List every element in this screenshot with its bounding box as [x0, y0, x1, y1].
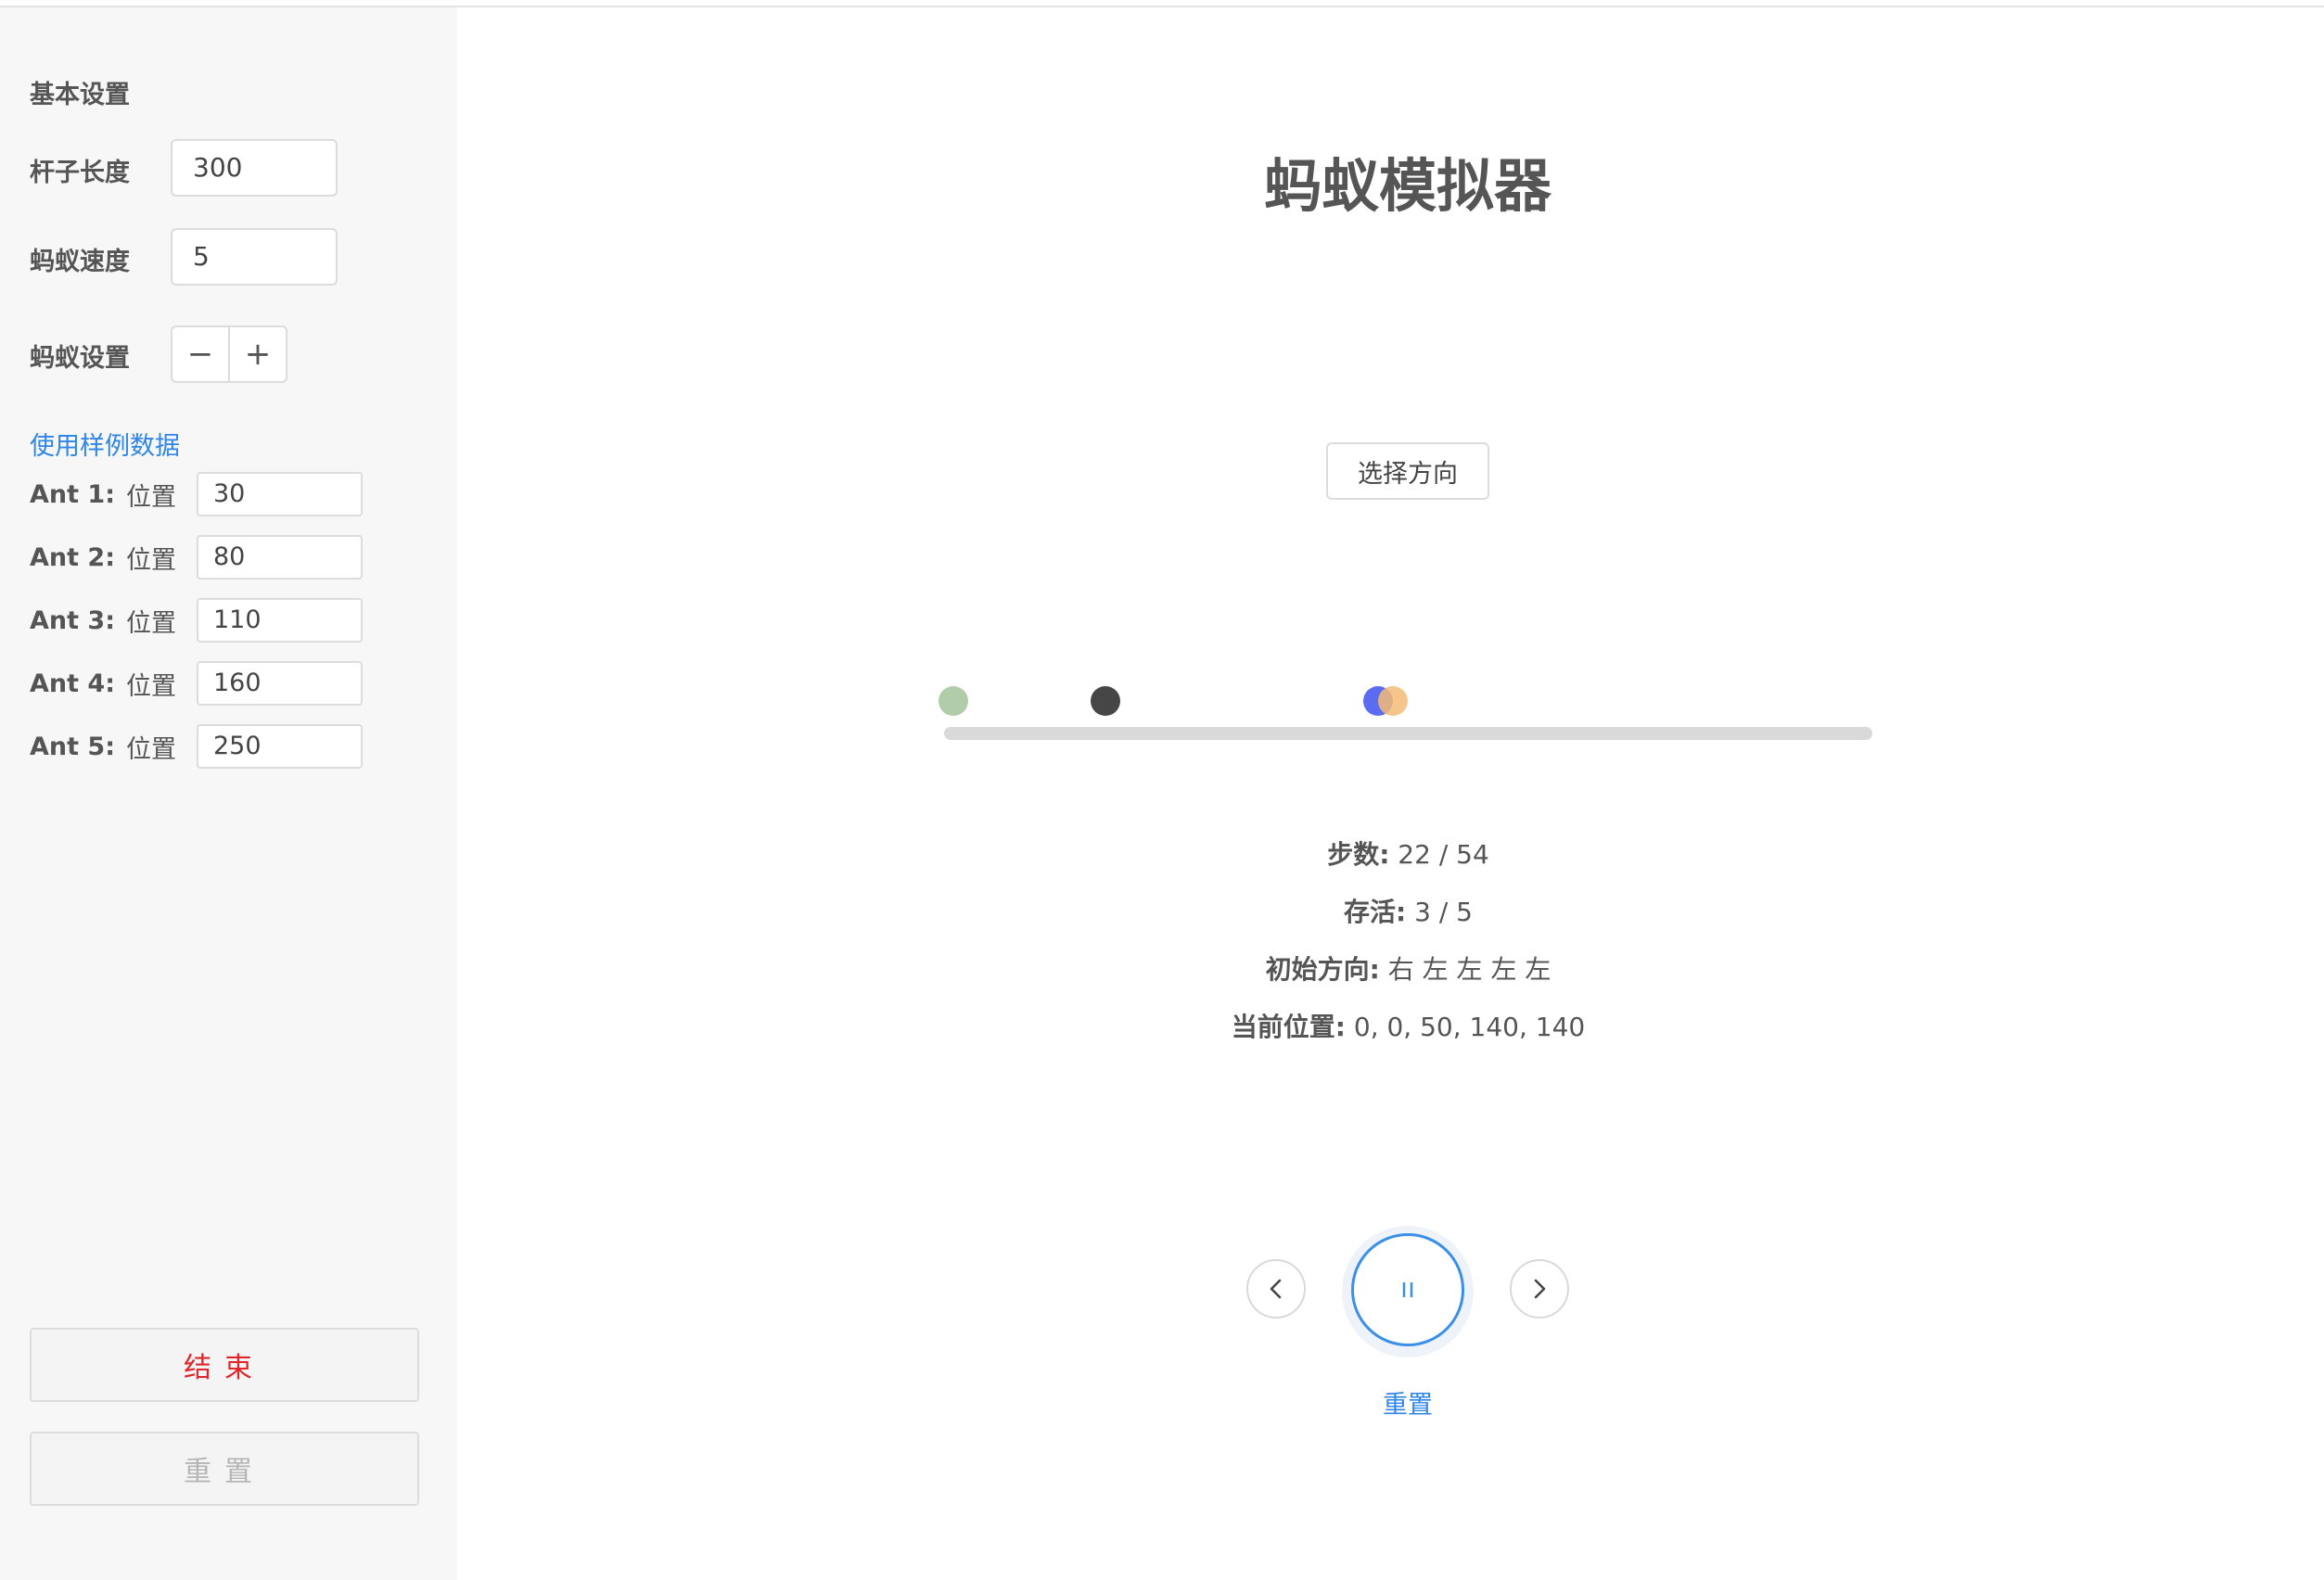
- ant-settings-label: 蚂蚁设置: [30, 344, 130, 373]
- top-divider: [0, 0, 2324, 7]
- ant-position-input[interactable]: 250: [197, 724, 363, 769]
- ant-count-stepper: − +: [171, 325, 287, 383]
- ant-speed-input[interactable]: 5: [171, 228, 338, 286]
- initial-direction-stat: 初始方向: 右 左 左 左 左: [944, 949, 1872, 987]
- ant-row: Ant 5: 位置 250: [30, 723, 363, 770]
- ant-row: Ant 1: 位置 30: [30, 471, 363, 517]
- next-step-button[interactable]: [1510, 1259, 1569, 1319]
- position-label: 位置: [126, 671, 176, 701]
- choose-direction-button[interactable]: 选择方向: [1326, 442, 1489, 500]
- ant-row: Ant 4: 位置 160: [30, 660, 363, 707]
- ant-row: Ant 3: 位置 110: [30, 597, 363, 643]
- steps-stat: 步数: 22 / 54: [944, 835, 1872, 872]
- ant-row: Ant 2: 位置 80: [30, 534, 363, 580]
- initial-direction-label: 初始方向:: [1265, 954, 1380, 985]
- current-position-value: 0, 0, 50, 140, 140: [1353, 1012, 1586, 1042]
- ant-name: Ant 4:: [30, 669, 116, 698]
- chevron-right-icon: [1534, 1279, 1546, 1299]
- alive-stat: 存活: 3 / 5: [944, 892, 1872, 929]
- ant-position-input[interactable]: 160: [197, 661, 363, 706]
- position-label: 位置: [126, 608, 176, 638]
- page-title: 蚂蚁模拟器: [1263, 152, 1551, 220]
- ant-position-input[interactable]: 30: [197, 472, 363, 516]
- ant-position-input[interactable]: 110: [197, 598, 363, 643]
- ant-speed-label: 蚂蚁速度: [30, 248, 130, 276]
- reset-link[interactable]: 重置: [1315, 1384, 1500, 1421]
- steps-label: 步数:: [1327, 839, 1390, 870]
- ant-name: Ant 3:: [30, 605, 116, 635]
- position-label: 位置: [126, 545, 176, 575]
- ant-marker: [1090, 686, 1120, 716]
- current-position-label: 当前位置:: [1231, 1012, 1346, 1042]
- alive-label: 存活:: [1344, 897, 1407, 927]
- plus-button[interactable]: +: [228, 327, 286, 381]
- position-label: 位置: [126, 734, 176, 764]
- rod-track: [944, 727, 1872, 740]
- previous-step-button[interactable]: [1246, 1259, 1306, 1319]
- ant-marker: [1378, 686, 1409, 716]
- pause-icon: [1402, 1282, 1413, 1297]
- rod-length-input[interactable]: 300: [171, 139, 338, 197]
- settings-sidebar: 基本设置 杆子长度 300 蚂蚁速度 5 蚂蚁设置 − + 使用样例数据 Ant…: [0, 7, 457, 1580]
- position-label: 位置: [126, 482, 176, 512]
- rod-length-label: 杆子长度: [30, 159, 130, 187]
- ant-name: Ant 5:: [30, 732, 116, 761]
- end-button[interactable]: 结束: [30, 1328, 419, 1402]
- ant-name: Ant 2:: [30, 542, 116, 572]
- ant-name: Ant 1:: [30, 479, 116, 509]
- pause-button[interactable]: [1351, 1233, 1464, 1346]
- section-title: 基本设置: [30, 81, 130, 109]
- reset-button-disabled: 重置: [30, 1432, 419, 1506]
- initial-direction-value: 右 左 左 左 左: [1387, 954, 1551, 985]
- use-sample-data-link[interactable]: 使用样例数据: [30, 426, 180, 462]
- ant-position-input[interactable]: 80: [197, 535, 363, 580]
- ant-marker: [939, 686, 968, 716]
- chevron-left-icon: [1270, 1279, 1282, 1299]
- steps-value: 22 / 54: [1398, 839, 1489, 870]
- minus-button[interactable]: −: [172, 327, 228, 381]
- alive-value: 3 / 5: [1414, 897, 1473, 927]
- current-position-stat: 当前位置: 0, 0, 50, 140, 140: [944, 1007, 1872, 1044]
